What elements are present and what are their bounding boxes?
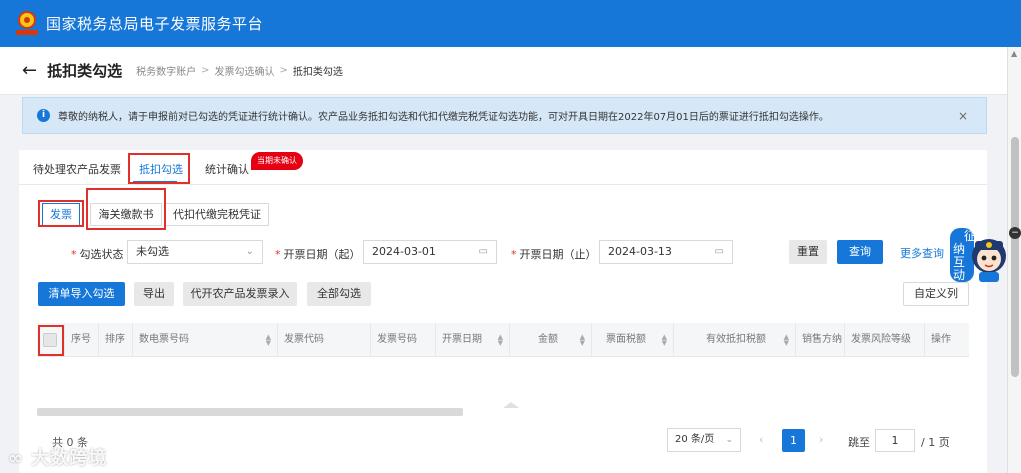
tax-emblem-icon <box>16 10 38 37</box>
mascot-char: 动 <box>953 268 965 282</box>
minus-circle-icon[interactable]: − <box>1009 227 1021 239</box>
import-select-button[interactable]: 清单导入勾选 <box>38 282 125 306</box>
breadcrumb-current: 抵扣类勾选 <box>292 67 343 78</box>
page-size-select[interactable]: 20 条/页 ⌄ <box>667 428 741 452</box>
table-hscroll-thumb[interactable] <box>37 408 463 416</box>
reset-button[interactable]: 重置 <box>789 240 827 264</box>
column-header[interactable]: 数电票号码 ▲ ▼ <box>133 323 278 357</box>
calendar-icon: ▭ <box>478 246 488 257</box>
empty-state-icon <box>503 402 519 408</box>
scrollbar-thumb[interactable] <box>1011 137 1019 377</box>
jump-page-input[interactable]: 1 <box>875 429 915 452</box>
status-filter-label: * 勾选状态 <box>71 248 124 261</box>
breadcrumb-item[interactable]: 发票勾选确认 <box>215 63 275 78</box>
sort-icon[interactable]: ▲ ▼ <box>498 334 503 347</box>
mascot-interaction-widget[interactable]: 征 纳 互 动 <box>944 224 1010 286</box>
watermark: ∞ 大数跨境 <box>8 448 108 469</box>
highlight-box <box>86 188 166 230</box>
column-header: 发票代码 <box>278 323 371 357</box>
column-header: 发票风险等级 <box>845 323 925 357</box>
mascot-char: 纳 <box>953 242 965 256</box>
column-header[interactable]: 金额 ▲ ▼ <box>510 323 592 357</box>
column-header[interactable]: 票面税额 ▲ ▼ <box>592 323 674 357</box>
chevron-down-icon: ⌄ <box>725 435 733 445</box>
next-page-icon[interactable]: › <box>819 433 823 446</box>
breadcrumb: 税务数字账户 > 发票勾选确认 > 抵扣类勾选 <box>136 63 343 78</box>
sort-icon[interactable]: ▲ ▼ <box>662 334 667 347</box>
end-date-input[interactable]: 2024-03-13 ▭ <box>599 240 733 264</box>
highlight-box <box>128 153 190 184</box>
breadcrumb-separator: > <box>279 65 288 76</box>
app-title: 国家税务总局电子发票服务平台 <box>46 15 264 33</box>
select-all-button[interactable]: 全部勾选 <box>307 282 371 306</box>
jump-label: 跳至 <box>848 436 870 449</box>
prev-page-icon[interactable]: ‹ <box>759 433 763 446</box>
subtab-withholding[interactable]: 代扣代缴完税凭证 <box>165 203 269 226</box>
breadcrumb-separator: > <box>201 65 210 76</box>
agri-entry-button[interactable]: 代开农产品发票录入 <box>183 282 297 306</box>
status-badge: 当期未确认 <box>251 152 303 170</box>
column-header: 销售方纳 <box>796 323 845 357</box>
column-header: 操作 <box>931 334 951 345</box>
start-date-input[interactable]: 2024-03-01 ▭ <box>363 240 497 264</box>
page-number-current[interactable]: 1 <box>782 429 805 452</box>
mascot-char: 征 <box>964 229 976 243</box>
highlight-box <box>38 200 84 227</box>
arrow-left-icon[interactable]: ← <box>22 60 37 81</box>
column-header: 序号 <box>65 323 99 357</box>
export-button[interactable]: 导出 <box>134 282 174 306</box>
close-icon[interactable]: × <box>958 109 968 123</box>
calendar-icon: ▭ <box>714 246 724 257</box>
sort-icon[interactable]: ▲ ▼ <box>580 334 585 347</box>
start-date-label: * 开票日期（起） <box>275 248 361 261</box>
app-topbar: 国家税务总局电子发票服务平台 <box>0 0 1021 47</box>
page-title: 抵扣类勾选 <box>47 62 123 80</box>
column-header[interactable]: 有效抵扣税额 ▲ ▼ <box>674 323 796 357</box>
chevron-down-icon: ⌄ <box>245 246 254 257</box>
scroll-up-icon[interactable]: ▲ <box>1011 49 1017 58</box>
total-pages: / 1 页 <box>921 436 950 449</box>
tab-pending-agri[interactable]: 待处理农产品发票 <box>33 161 121 177</box>
column-header[interactable]: 排序 <box>99 323 133 357</box>
mascot-char: 互 <box>953 255 965 269</box>
tab-statistics-confirm[interactable]: 统计确认 <box>205 161 249 177</box>
sort-icon[interactable]: ▲ ▼ <box>266 334 271 347</box>
sort-icon[interactable]: ▲ ▼ <box>784 334 789 347</box>
column-header[interactable]: 开票日期 ▲ ▼ <box>436 323 510 357</box>
info-icon: i <box>37 109 50 122</box>
breadcrumb-item[interactable]: 税务数字账户 <box>136 63 196 78</box>
page-header: ← 抵扣类勾选 税务数字账户 > 发票勾选确认 > 抵扣类勾选 <box>0 47 1007 95</box>
table-header: 序号 排序 数电票号码 ▲ ▼ 发票代码 发票号码 开票日期 ▲ ▼ 金额 ▲ ▼ 票面税额… <box>37 323 969 357</box>
main-panel: 待处理农产品发票 抵扣勾选 统计确认 当期未确认 发票 海关缴款书 代扣代缴完税… <box>19 150 987 473</box>
more-query-link[interactable]: 更多查询 <box>900 245 944 261</box>
end-date-label: * 开票日期（止） <box>511 248 597 261</box>
notice-banner: i 尊敬的纳税人，请于申报前对已勾选的凭证进行统计确认。农产品业务抵扣勾选和代扣… <box>22 97 987 134</box>
notice-text: 尊敬的纳税人，请于申报前对已勾选的凭证进行统计确认。农产品业务抵扣勾选和代扣代缴… <box>58 112 829 123</box>
status-select[interactable]: 未勾选 ⌄ <box>127 240 263 264</box>
query-button[interactable]: 查询 <box>837 240 883 264</box>
column-header: 发票号码 <box>371 323 436 357</box>
highlight-box <box>38 325 64 356</box>
